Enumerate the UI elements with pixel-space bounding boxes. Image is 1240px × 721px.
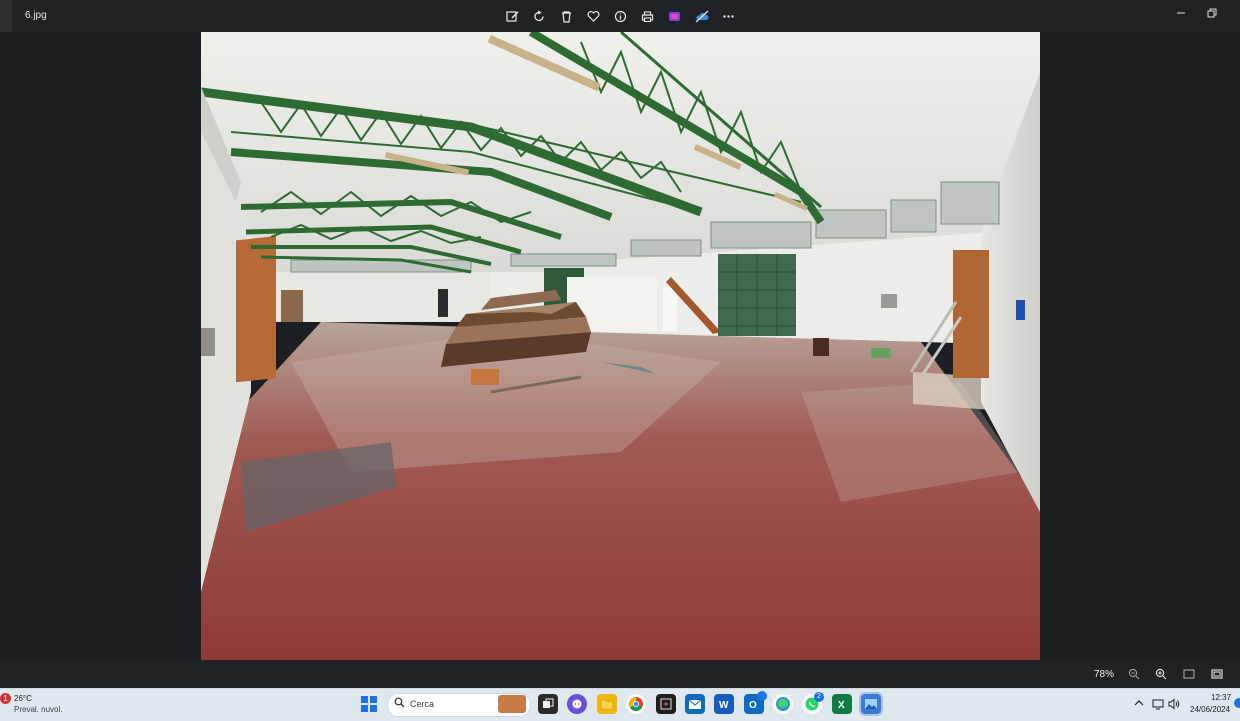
clock-date[interactable]: 24/06/2024	[1190, 705, 1230, 714]
volume-icon[interactable]	[1168, 698, 1180, 713]
svg-text:W: W	[719, 700, 729, 710]
show-hidden-icons-icon[interactable]	[1134, 698, 1144, 711]
task-view-icon[interactable]	[538, 694, 558, 714]
fullscreen-icon[interactable]	[1211, 668, 1223, 683]
onedrive-icon[interactable]	[692, 7, 711, 25]
more-icon[interactable]	[719, 7, 738, 25]
print-icon[interactable]	[638, 7, 657, 25]
notification-icon[interactable]	[1234, 698, 1240, 708]
windows-logo-tile	[370, 696, 377, 703]
weather-temperature: 26°C	[14, 694, 32, 703]
fit-window-icon[interactable]	[1183, 668, 1195, 683]
weather-description: Preval. nuvol.	[14, 705, 63, 714]
svg-text:O: O	[749, 700, 757, 710]
warehouse-photo	[201, 32, 1040, 660]
delete-icon[interactable]	[557, 7, 576, 25]
windows-logo-tile	[370, 705, 377, 712]
outlook-badge	[757, 691, 767, 701]
file-name: 6.jpg	[25, 10, 47, 21]
weather-widget[interactable]: 1 26°C Preval. nuvol.	[0, 691, 80, 717]
zoom-out-icon[interactable]	[1128, 668, 1140, 683]
svg-text:X: X	[838, 700, 845, 710]
status-bar	[0, 660, 1240, 688]
rotate-icon[interactable]	[530, 7, 549, 25]
mail-icon[interactable]	[685, 694, 705, 714]
photos-app-icon[interactable]	[859, 692, 883, 716]
file-explorer-icon[interactable]	[597, 694, 617, 714]
search-label: Cerca	[410, 699, 435, 709]
restore-icon[interactable]	[1207, 8, 1217, 21]
weather-badge: 1	[0, 693, 11, 704]
edge-icon[interactable]	[773, 694, 793, 714]
windows-logo-tile	[361, 705, 368, 712]
image-toolbar	[503, 7, 738, 25]
info-icon[interactable]	[611, 7, 630, 25]
windows-logo-icon	[361, 696, 368, 703]
favorite-icon[interactable]	[584, 7, 603, 25]
edit-image-icon[interactable]	[503, 7, 522, 25]
clock-time[interactable]: 12:37	[1211, 693, 1231, 702]
excel-icon[interactable]: X	[832, 694, 852, 714]
copilot-chat-icon[interactable]	[567, 694, 587, 714]
search-highlight-image	[498, 695, 526, 713]
media-app-icon[interactable]	[656, 694, 676, 714]
network-icon[interactable]	[1152, 698, 1164, 713]
back-tab[interactable]	[0, 0, 12, 32]
start-button[interactable]	[361, 696, 377, 712]
zoom-in-icon[interactable]	[1155, 668, 1167, 683]
taskbar	[0, 688, 1240, 721]
chrome-icon[interactable]	[626, 694, 646, 714]
clipchamp-icon[interactable]	[665, 7, 684, 25]
zoom-level: 78%	[1094, 669, 1115, 680]
word-icon[interactable]: W	[714, 694, 734, 714]
search-icon	[394, 697, 405, 711]
whatsapp-badge: 2	[814, 692, 824, 702]
minimize-icon[interactable]	[1176, 8, 1186, 21]
